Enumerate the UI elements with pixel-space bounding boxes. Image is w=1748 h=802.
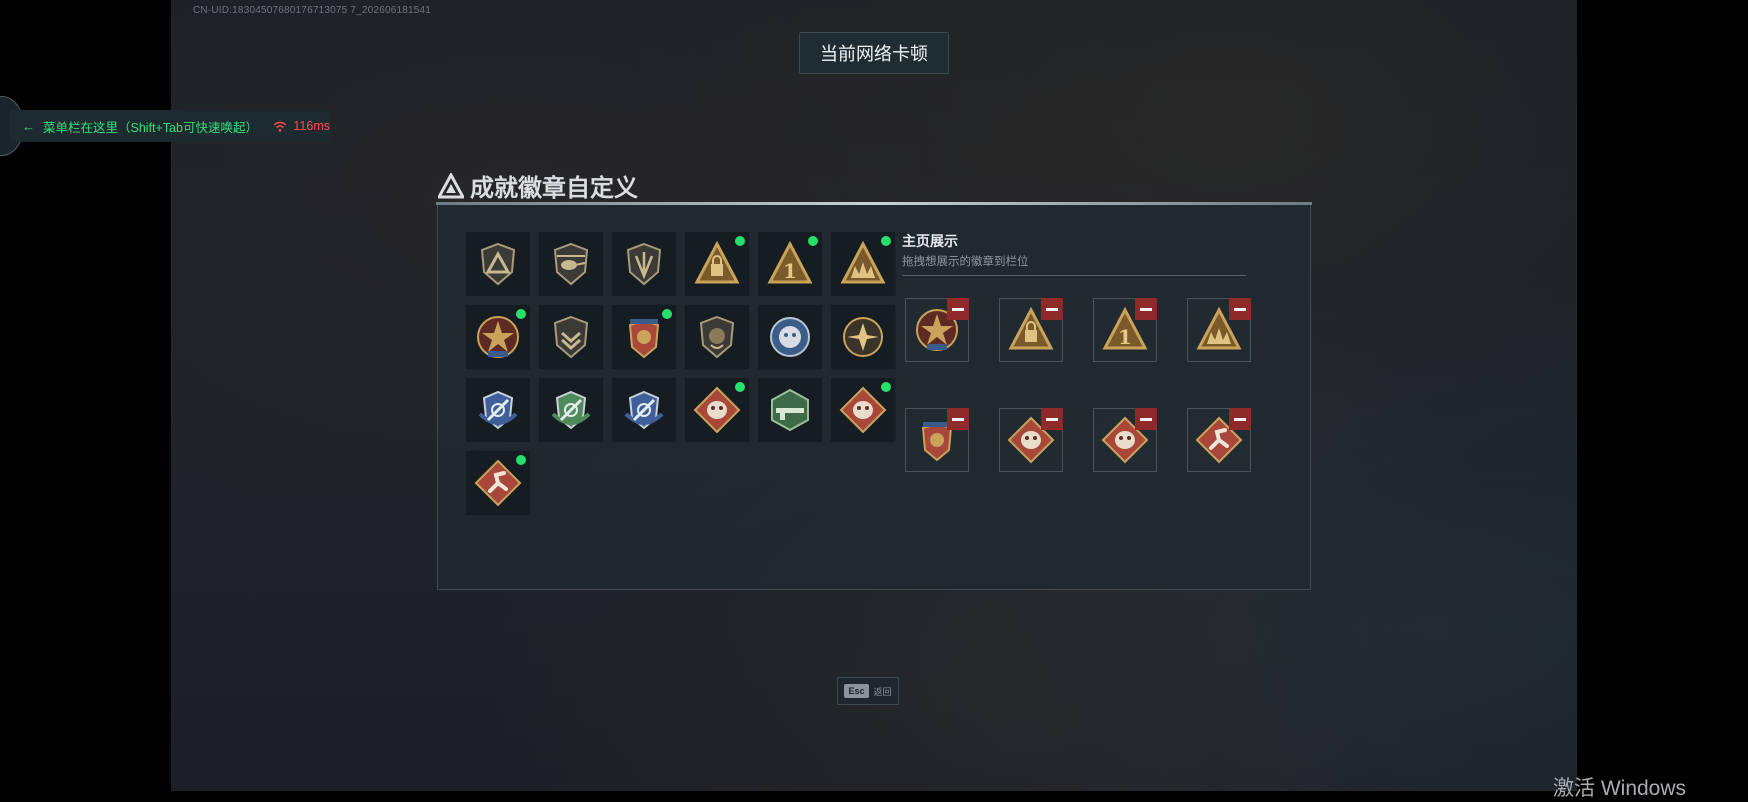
green-hex-rifle-icon [771,388,809,432]
uid-label: CN-UID:18304507680176713075 7_2026061815… [193,5,432,16]
new-indicator-dot [808,236,818,246]
menu-hint-bar[interactable]: ← 菜单栏在这里（Shift+Tab可快速唤起） 116ms [10,110,330,142]
showcase-slot[interactable]: 1 [1093,298,1157,362]
badge-slot[interactable] [611,304,677,370]
new-indicator-dot [735,236,745,246]
showcase-slot[interactable] [1187,298,1251,362]
red-diamond-dragon-icon [839,386,887,434]
badge-slot[interactable] [465,231,531,297]
gold-triangle-lock-icon [694,240,740,284]
badge-slot[interactable] [538,377,604,443]
minus-icon [1046,307,1058,311]
badge-slot[interactable] [538,304,604,370]
gold-triangle-soldiers-icon [840,240,886,284]
esc-key-label: Esc [844,684,869,698]
showcase-slot[interactable] [999,408,1063,472]
page-title: 成就徽章自定义 [438,168,638,203]
shield-triangle-icon [480,242,516,286]
badge-slot[interactable] [830,377,896,443]
badge-slot[interactable] [611,231,677,297]
badge-slot[interactable] [757,304,823,370]
showcase-subtitle: 拖拽想展示的徽章到栏位 [902,256,1029,268]
panel-top-divider [436,202,1312,205]
remove-badge-button[interactable] [1135,408,1157,430]
helicopter-icon [553,242,589,286]
showcase-slot[interactable] [905,298,969,362]
red-diamond-runner-icon [474,459,522,507]
showcase-title: 主页展示 [902,233,958,249]
new-indicator-dot [516,309,526,319]
minus-icon [1234,307,1246,311]
showcase-slot[interactable] [1093,408,1157,472]
blue-wings-crest-icon [478,390,518,430]
wifi-icon [273,121,287,132]
star-medal-icon [477,316,519,358]
eagle-star-shield-icon [628,319,660,359]
showcase-slot[interactable] [1187,408,1251,472]
new-indicator-dot [881,382,891,392]
minus-icon [1046,417,1058,421]
minus-icon [952,417,964,421]
remove-badge-button[interactable] [1229,408,1251,430]
new-indicator-dot [735,382,745,392]
badge-slot[interactable]: 1 [757,231,823,297]
latency-value: 116ms [293,119,330,133]
remove-badge-button[interactable] [1041,408,1063,430]
remove-badge-button[interactable] [1229,298,1251,320]
svg-text:1: 1 [1118,325,1132,349]
green-wings-crest-icon [551,390,591,430]
badge-slot[interactable] [465,450,531,516]
badge-slot[interactable] [830,231,896,297]
badge-slot[interactable] [684,377,750,443]
sun-eagle-icon [843,317,883,357]
arrow-left-icon: ← [22,118,35,134]
chevron-shield-icon [553,315,589,359]
new-indicator-dot [516,455,526,465]
badge-grid: 1 [465,231,896,516]
lion-shield-icon [699,315,735,359]
remove-badge-button[interactable] [1041,298,1063,320]
homepage-showcase: 主页展示 拖拽想展示的徽章到栏位 [902,231,1252,276]
remove-badge-button[interactable] [947,408,969,430]
remove-badge-button[interactable] [1135,298,1157,320]
badge-customize-panel: 1 主页展示 拖拽想展示的徽章到栏位 1 [436,202,1312,590]
page-title-text: 成就徽章自定义 [470,175,638,202]
badge-slot[interactable] [611,377,677,443]
network-status-toast: 当前网络卡顿 [799,32,949,74]
minus-icon [1234,417,1246,421]
back-label: 返回 [873,686,892,697]
showcase-divider [902,275,1246,276]
showcase-slot[interactable] [905,408,969,472]
minus-icon [1140,307,1152,311]
menu-hint-text: 菜单栏在这里（Shift+Tab可快速唤起） [43,120,258,135]
blue-wings-crest-2-icon [624,390,664,430]
badge-slot[interactable] [465,377,531,443]
shield-arrow-icon [626,242,662,286]
minus-icon [952,307,964,311]
badge-slot[interactable] [684,304,750,370]
new-indicator-dot [662,309,672,319]
minus-icon [1140,417,1152,421]
badge-slot[interactable] [538,231,604,297]
windows-activation-watermark: 激活 Windows [1553,777,1687,800]
new-indicator-dot [881,236,891,246]
badge-slot[interactable] [757,377,823,443]
red-diamond-wolf-icon [693,386,741,434]
badge-slot[interactable] [830,304,896,370]
showcase-slot[interactable] [999,298,1063,362]
badge-slot[interactable] [684,231,750,297]
badge-slot[interactable] [465,304,531,370]
wolf-emblem-icon [770,317,810,357]
svg-text:1: 1 [783,259,797,283]
remove-badge-button[interactable] [947,298,969,320]
gold-triangle-number-one-icon: 1 [767,240,813,284]
game-viewport: CN-UID:18304507680176713075 7_2026061815… [171,0,1577,791]
triangle-logo-icon [438,172,464,198]
esc-back-button[interactable]: Esc 返回 [837,677,899,705]
